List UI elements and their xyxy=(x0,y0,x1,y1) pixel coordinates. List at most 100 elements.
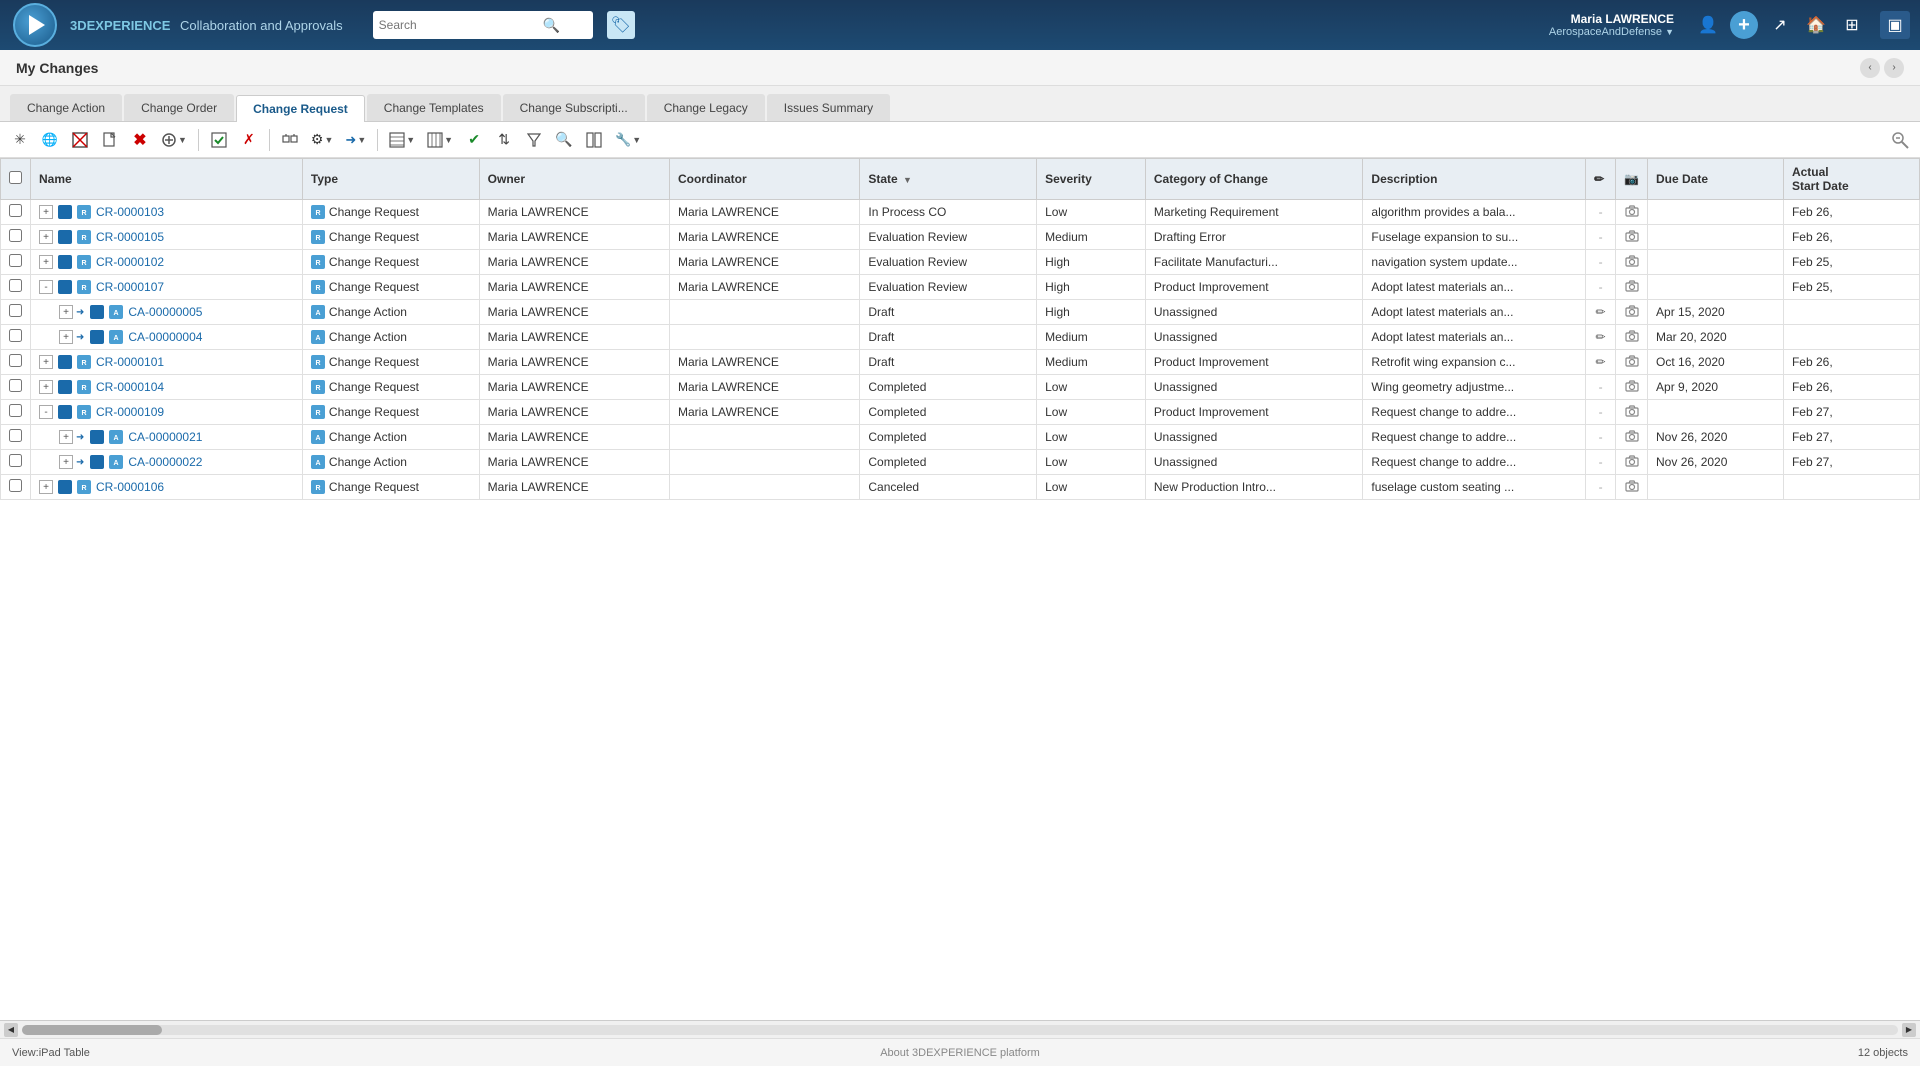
col-header-state[interactable]: State ▼ xyxy=(860,159,1037,200)
row-name-link[interactable]: CA-00000022 xyxy=(128,455,202,469)
row-expand-button[interactable]: + xyxy=(39,355,53,369)
arrow-right-tool[interactable]: ➜ ▼ xyxy=(340,126,371,154)
row-camera-cell[interactable] xyxy=(1616,425,1648,450)
row-camera-cell[interactable] xyxy=(1616,350,1648,375)
row-select-checkbox[interactable] xyxy=(9,204,22,217)
table-layout-tool[interactable] xyxy=(580,126,608,154)
row-select-checkbox[interactable] xyxy=(9,354,22,367)
h-scroll-track[interactable] xyxy=(22,1025,1898,1035)
col-header-description[interactable]: Description xyxy=(1363,159,1586,200)
row-edit-cell[interactable]: ✏ xyxy=(1586,325,1616,350)
row-select-checkbox[interactable] xyxy=(9,329,22,342)
dropdown-tool[interactable]: ▼ xyxy=(156,126,192,154)
tab-change-templates[interactable]: Change Templates xyxy=(367,94,501,121)
row-select-checkbox[interactable] xyxy=(9,254,22,267)
nav-prev-button[interactable]: ‹ xyxy=(1860,58,1880,78)
col-header-coordinator[interactable]: Coordinator xyxy=(670,159,860,200)
row-name-link[interactable]: CR-0000104 xyxy=(96,380,164,394)
row-select-checkbox[interactable] xyxy=(9,479,22,492)
nav-next-button[interactable]: › xyxy=(1884,58,1904,78)
h-scroll-thumb[interactable] xyxy=(22,1025,162,1035)
row-expand-button[interactable]: + xyxy=(59,330,73,344)
search-input[interactable] xyxy=(379,18,539,32)
share-icon[interactable]: ↗ xyxy=(1766,11,1794,39)
tab-change-subscriptions[interactable]: Change Subscripti... xyxy=(503,94,645,121)
row-camera-cell[interactable] xyxy=(1616,275,1648,300)
row-select-checkbox[interactable] xyxy=(9,454,22,467)
row-expand-button[interactable]: + xyxy=(59,305,73,319)
user-account-icon[interactable]: 👤 xyxy=(1694,11,1722,39)
search-magnify-tool[interactable]: 🔍 xyxy=(550,126,578,154)
row-expand-button[interactable]: + xyxy=(39,255,53,269)
row-select-checkbox[interactable] xyxy=(9,229,22,242)
checklist-tool[interactable] xyxy=(205,126,233,154)
delete-tool[interactable]: ✖ xyxy=(126,126,154,154)
row-name-link[interactable]: CR-0000106 xyxy=(96,480,164,494)
grid-view-tool[interactable]: ▼ xyxy=(384,126,420,154)
row-name-link[interactable]: CR-0000103 xyxy=(96,205,164,219)
col-header-owner[interactable]: Owner xyxy=(479,159,669,200)
arrange-tool[interactable] xyxy=(276,126,304,154)
col-header-category[interactable]: Category of Change xyxy=(1145,159,1363,200)
row-select-checkbox[interactable] xyxy=(9,379,22,392)
row-camera-cell[interactable] xyxy=(1616,200,1648,225)
app-logo[interactable] xyxy=(10,0,60,50)
row-name-link[interactable]: CR-0000105 xyxy=(96,230,164,244)
row-select-checkbox[interactable] xyxy=(9,429,22,442)
funnel-tool[interactable] xyxy=(520,126,548,154)
add-button[interactable]: + xyxy=(1730,11,1758,39)
wrench-tool[interactable]: 🔧 ▼ xyxy=(610,126,646,154)
checkmark-tool[interactable]: ✔ xyxy=(460,126,488,154)
col-header-startdate[interactable]: ActualStart Date xyxy=(1783,159,1919,200)
about-label[interactable]: About 3DEXPERIENCE platform xyxy=(880,1047,1040,1059)
col-header-checkbox[interactable] xyxy=(1,159,31,200)
row-expand-button[interactable]: + xyxy=(39,380,53,394)
row-expand-button[interactable]: + xyxy=(39,205,53,219)
tab-change-action[interactable]: Change Action xyxy=(10,94,122,121)
row-edit-cell[interactable]: ✏ xyxy=(1586,300,1616,325)
row-camera-cell[interactable] xyxy=(1616,250,1648,275)
tag-icon[interactable]: 🏷 xyxy=(607,11,635,39)
col-header-type[interactable]: Type xyxy=(302,159,479,200)
row-camera-cell[interactable] xyxy=(1616,375,1648,400)
row-camera-cell[interactable] xyxy=(1616,400,1648,425)
row-expand-button[interactable]: + xyxy=(39,230,53,244)
row-expand-button[interactable]: - xyxy=(39,405,53,419)
horizontal-scrollbar[interactable]: ◀ ▶ xyxy=(0,1020,1920,1038)
col-header-duedate[interactable]: Due Date xyxy=(1648,159,1784,200)
row-name-link[interactable]: CR-0000101 xyxy=(96,355,164,369)
row-camera-cell[interactable] xyxy=(1616,225,1648,250)
h-scroll-right[interactable]: ▶ xyxy=(1902,1023,1916,1037)
columns-tool[interactable]: ▼ xyxy=(422,126,458,154)
row-name-link[interactable]: CA-00000005 xyxy=(128,305,202,319)
tab-change-order[interactable]: Change Order xyxy=(124,94,234,121)
row-camera-cell[interactable] xyxy=(1616,475,1648,500)
row-expand-button[interactable]: - xyxy=(39,280,53,294)
col-header-severity[interactable]: Severity xyxy=(1037,159,1146,200)
row-camera-cell[interactable] xyxy=(1616,450,1648,475)
row-name-link[interactable]: CA-00000021 xyxy=(128,430,202,444)
tab-issues-summary[interactable]: Issues Summary xyxy=(767,94,890,121)
home-icon[interactable]: 🏠 xyxy=(1802,11,1830,39)
h-scroll-left[interactable]: ◀ xyxy=(4,1023,18,1037)
row-name-link[interactable]: CR-0000109 xyxy=(96,405,164,419)
row-name-link[interactable]: CA-00000004 xyxy=(128,330,202,344)
row-camera-cell[interactable] xyxy=(1616,300,1648,325)
row-select-checkbox[interactable] xyxy=(9,404,22,417)
filter-arrows-tool[interactable]: ⇅ xyxy=(490,126,518,154)
cross-square-tool[interactable] xyxy=(66,126,94,154)
globe-tool[interactable]: 🌐 xyxy=(36,126,64,154)
select-all-checkbox[interactable] xyxy=(9,171,22,184)
row-name-link[interactable]: CR-0000102 xyxy=(96,255,164,269)
row-camera-cell[interactable] xyxy=(1616,325,1648,350)
new-doc-tool[interactable] xyxy=(96,126,124,154)
row-select-checkbox[interactable] xyxy=(9,279,22,292)
col-header-name[interactable]: Name xyxy=(31,159,303,200)
row-select-checkbox[interactable] xyxy=(9,304,22,317)
cancel-tool[interactable]: ✗ xyxy=(235,126,263,154)
sidebar-right-icon[interactable]: ▣ xyxy=(1880,11,1910,39)
tab-change-legacy[interactable]: Change Legacy xyxy=(647,94,765,121)
settings-tool[interactable]: ⚙ ▼ xyxy=(306,126,338,154)
expand-icon[interactable]: ⊞ xyxy=(1838,11,1866,39)
row-edit-cell[interactable]: ✏ xyxy=(1586,350,1616,375)
